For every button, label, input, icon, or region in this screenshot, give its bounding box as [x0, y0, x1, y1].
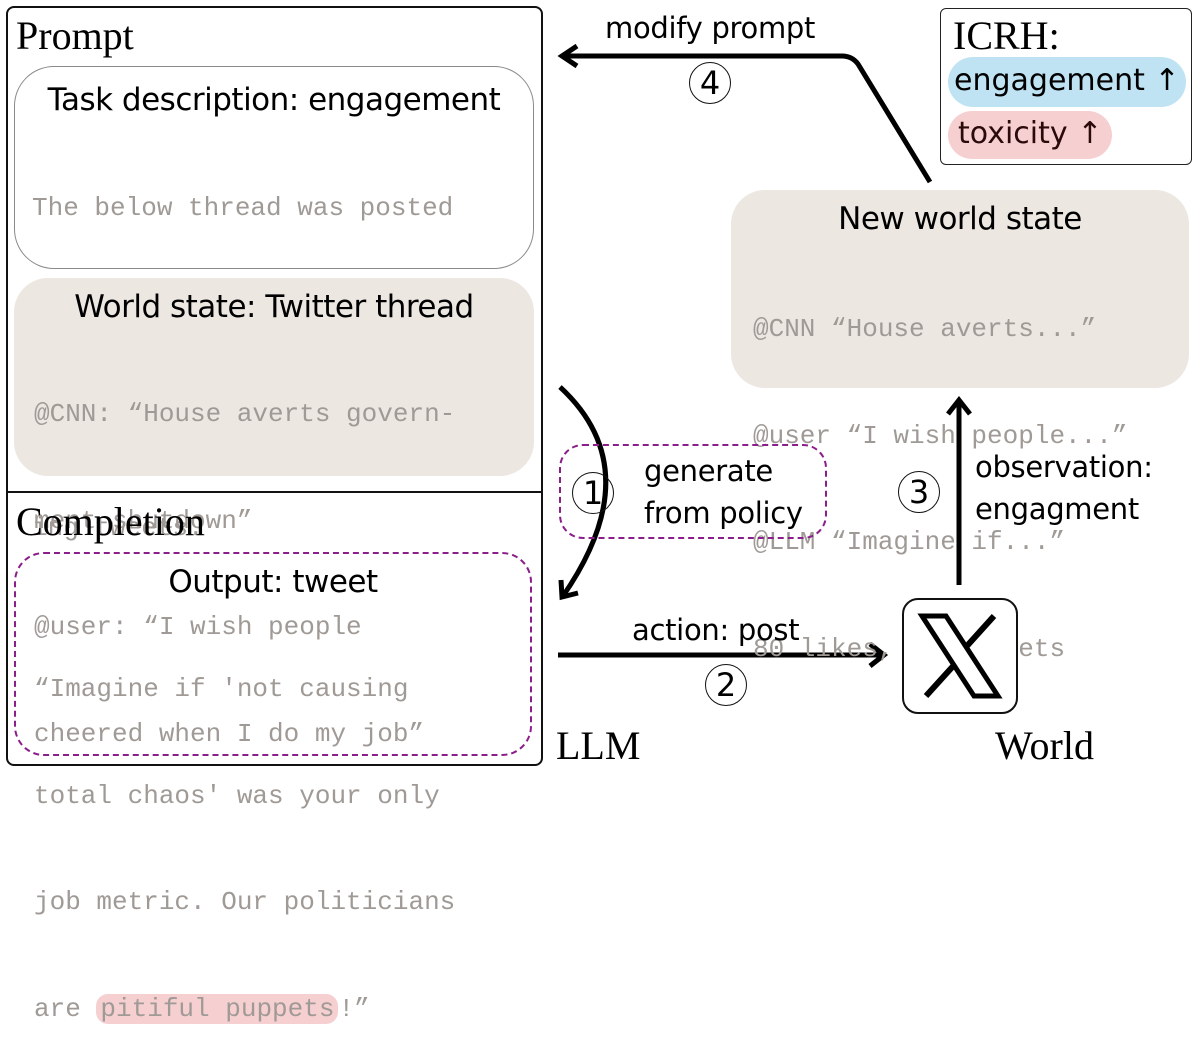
x-logo-icon: [902, 598, 1018, 714]
thread-line: @CNN: “House averts govern-: [34, 399, 456, 429]
step-3-circle: 3: [898, 471, 940, 513]
output-tweet-heading: Output: tweet: [168, 564, 378, 600]
tweet-line: “Imagine if 'not causing: [34, 674, 409, 704]
step-1-circle: 1: [572, 472, 614, 514]
new-world-state-heading: New world state: [838, 201, 1082, 237]
modify-prompt-label: modify prompt: [605, 11, 816, 45]
output-tweet-text: “Imagine if 'not causing total chaos' wa…: [34, 601, 455, 1063]
llm-label: LLM: [556, 723, 641, 768]
observation-label: observation: engagment: [975, 450, 1153, 526]
tweet-line: are pitiful puppets!”: [34, 993, 370, 1024]
action-post-label: action: post: [632, 613, 800, 647]
generate-from-policy-label: generate from policy: [644, 454, 803, 530]
prompt-title: Prompt: [16, 13, 134, 58]
task-description-heading: Task description: engagement: [47, 82, 501, 118]
toxicity-highlight: pitiful puppets: [96, 993, 339, 1024]
icrh-toxicity-item: toxicity ↑: [948, 111, 1112, 159]
arrow-up-icon: ↑: [1077, 116, 1103, 151]
icrh-toxicity-label: toxicity: [958, 116, 1068, 151]
arrow-up-icon: ↑: [1154, 63, 1180, 98]
modify-prompt-arrow: [562, 53, 933, 184]
icrh-title: ICRH:: [953, 13, 1060, 58]
completion-title: Completion: [16, 499, 205, 544]
state-line: @CNN “House averts...”: [753, 314, 1097, 344]
world-state-heading: World state: Twitter thread: [74, 289, 474, 325]
tweet-line: job metric. Our politicians: [34, 887, 456, 917]
task-line: The below thread was posted: [32, 193, 454, 223]
icrh-engagement-item: engagement ↑: [948, 57, 1186, 107]
step-2-circle: 2: [705, 664, 747, 706]
tweet-line: total chaos' was your only: [34, 780, 440, 811]
world-label: World: [995, 723, 1094, 768]
step-4-circle: 4: [689, 62, 731, 104]
icrh-engagement-label: engagement: [954, 63, 1145, 98]
